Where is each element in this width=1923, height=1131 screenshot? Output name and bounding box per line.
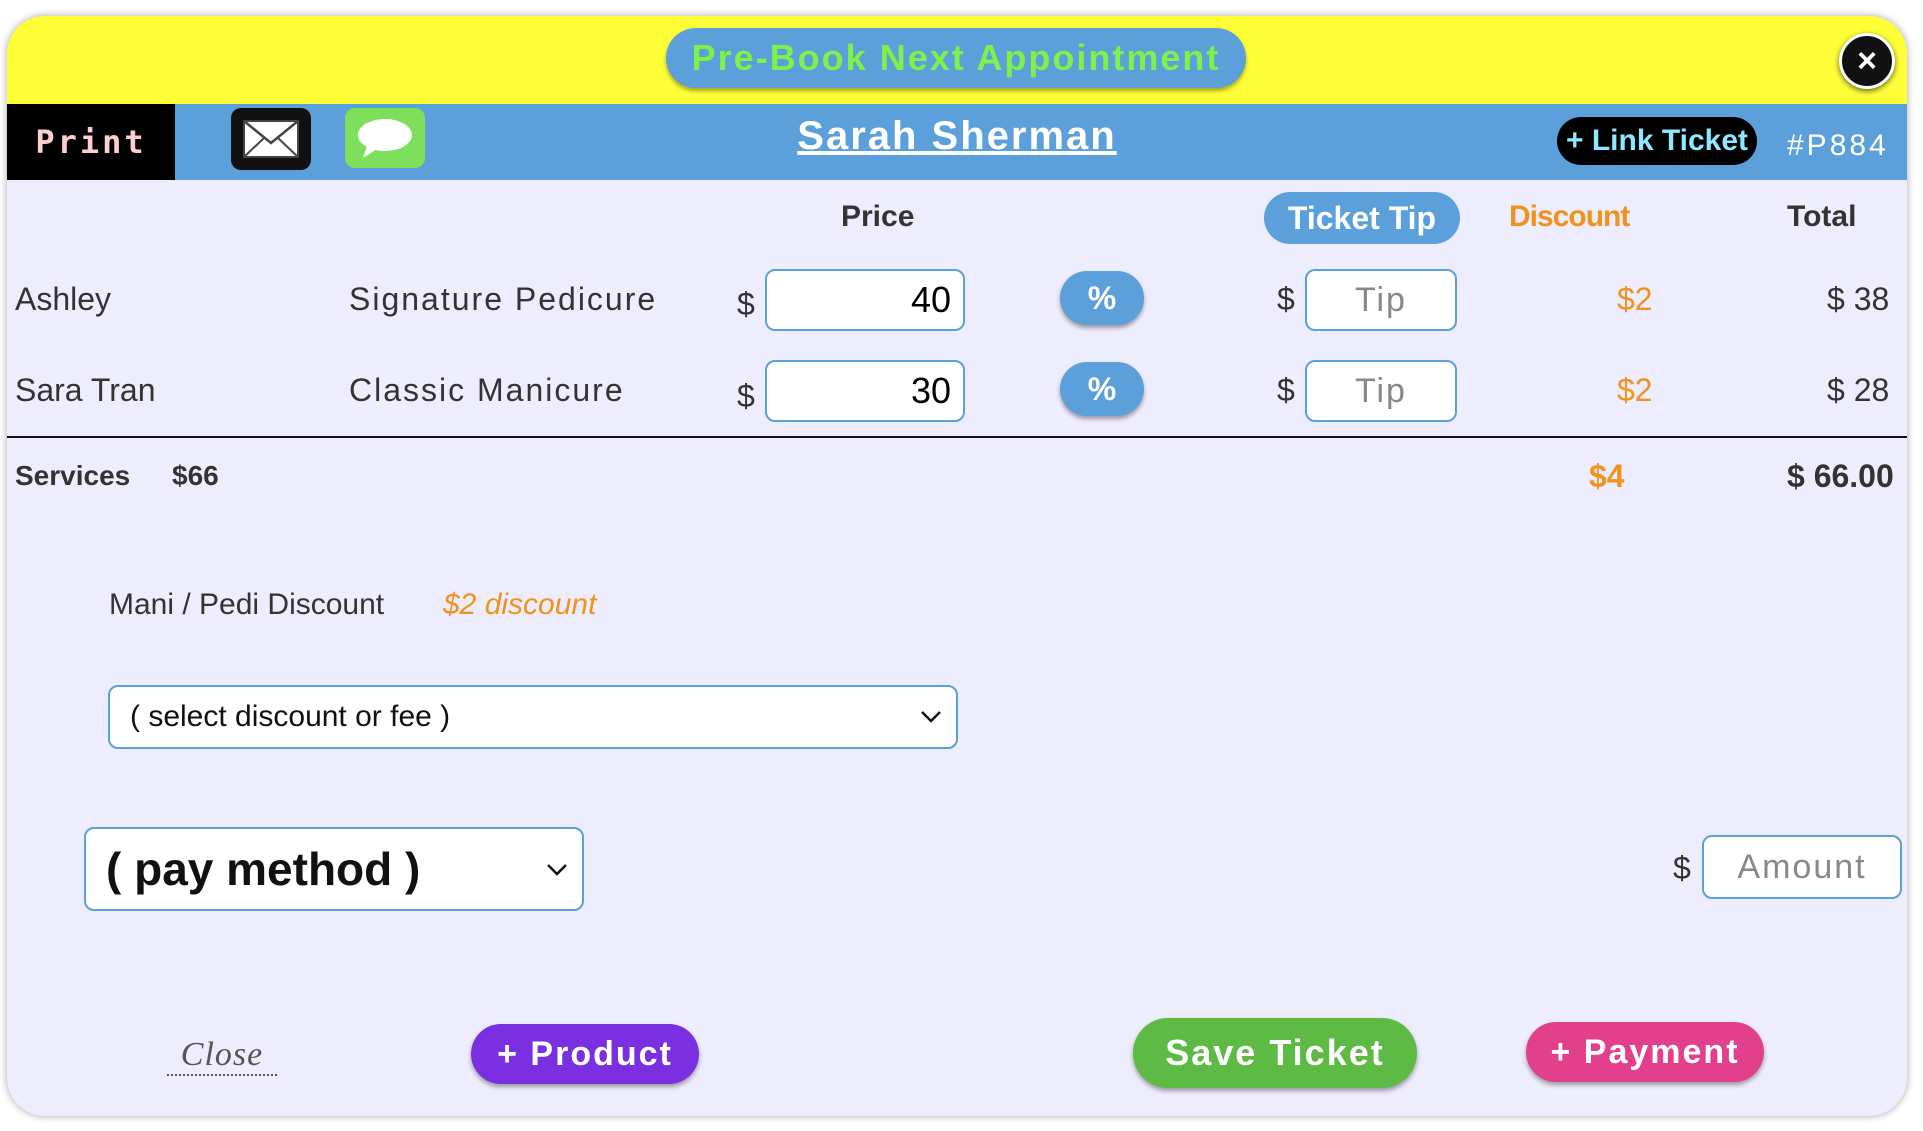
close-icon[interactable]: × [1839,33,1895,89]
tip-currency: $ [1277,281,1295,317]
chevron-down-icon [547,864,567,876]
divider [7,436,1907,438]
percent-discount-button[interactable]: % [1060,362,1144,416]
message-icon[interactable] [345,108,425,168]
summary-total: $ 66.00 [1787,458,1894,494]
row-staff: Ashley [15,281,112,317]
add-payment-button[interactable]: + Payment [1526,1022,1764,1082]
tip-input[interactable]: Tip [1305,360,1457,422]
tip-input[interactable]: Tip [1305,269,1457,331]
price-input[interactable]: 30 [765,360,965,422]
save-ticket-button[interactable]: Save Ticket [1133,1018,1417,1088]
ticket-window: Pre-Book Next Appointment × Print Sarah … [7,16,1907,1116]
discount-select-value: ( select discount or fee ) [130,700,451,733]
price-input[interactable]: 40 [765,269,965,331]
mail-icon[interactable] [231,108,311,170]
discount-fee-select[interactable]: ( select discount or fee ) [108,685,958,749]
add-product-button[interactable]: + Product [471,1024,699,1084]
promo-name: Mani / Pedi Discount [109,588,385,621]
row-service: Classic Manicure [349,372,625,408]
row-total: $ 28 [1827,372,1890,408]
top-bar: Pre-Book Next Appointment × [7,16,1907,104]
pay-method-select[interactable]: ( pay method ) [84,827,584,911]
row-currency: $ [737,286,755,322]
total-header: Total [1787,200,1857,233]
tip-currency: $ [1277,372,1295,408]
discount-header: Discount [1509,200,1630,233]
services-label: Services [15,460,131,491]
prebook-button[interactable]: Pre-Book Next Appointment [666,28,1246,88]
client-name-link[interactable]: Sarah Sherman [607,104,1307,168]
ticket-tip-button[interactable]: Ticket Tip [1264,192,1460,244]
services-subtotal: $66 [172,460,219,491]
row-total: $ 38 [1827,281,1890,317]
row-discount: $2 [1617,372,1653,408]
print-button[interactable]: Print [7,104,175,180]
promo-value: $2 discount [443,588,597,621]
summary-discount: $4 [1589,458,1625,494]
row-currency: $ [737,378,755,414]
row-service: Signature Pedicure [349,281,658,317]
pay-method-value: ( pay method ) [106,843,421,895]
row-discount: $2 [1617,281,1653,317]
link-ticket-button[interactable]: + Link Ticket [1557,117,1757,165]
amount-input[interactable]: Amount [1702,835,1902,899]
amount-currency: $ [1673,850,1691,886]
ticket-header-bar: Print Sarah Sherman + Link Ticket #P884 [7,104,1907,180]
close-button[interactable]: Close [167,1036,277,1076]
price-header: Price [841,200,915,233]
ticket-number: #P884 [1787,129,1889,162]
chevron-down-icon [921,711,941,723]
percent-discount-button[interactable]: % [1060,271,1144,325]
row-staff: Sara Tran [15,372,156,408]
